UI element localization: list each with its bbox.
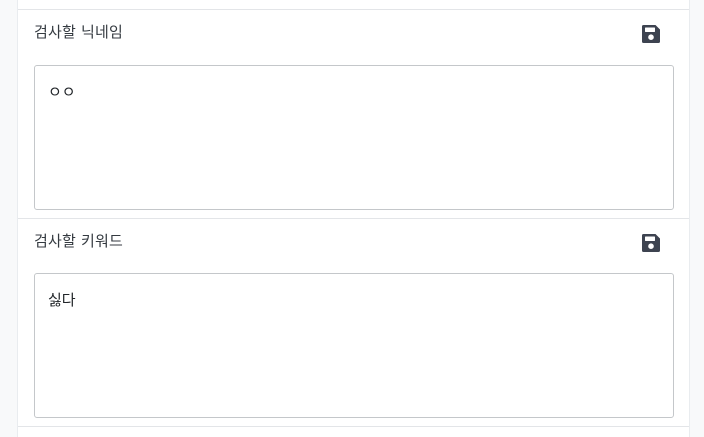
save-keyword-button[interactable] [641, 233, 661, 253]
save-nickname-button[interactable] [641, 24, 661, 44]
nickname-section: 검사할 닉네임 ㅇㅇ [18, 9, 689, 218]
keyword-section: 검사할 키워드 싫다 [18, 218, 689, 427]
keyword-textarea[interactable]: 싫다 [34, 273, 674, 418]
keyword-label: 검사할 키워드 [34, 232, 123, 250]
nickname-label: 검사할 닉네임 [34, 23, 123, 41]
floppy-disk-icon [641, 24, 661, 44]
filter-settings-panel: 검사할 닉네임 ㅇㅇ 검사할 키워드 싫다 [17, 0, 690, 437]
nickname-textarea[interactable]: ㅇㅇ [34, 65, 674, 210]
floppy-disk-icon [641, 233, 661, 253]
